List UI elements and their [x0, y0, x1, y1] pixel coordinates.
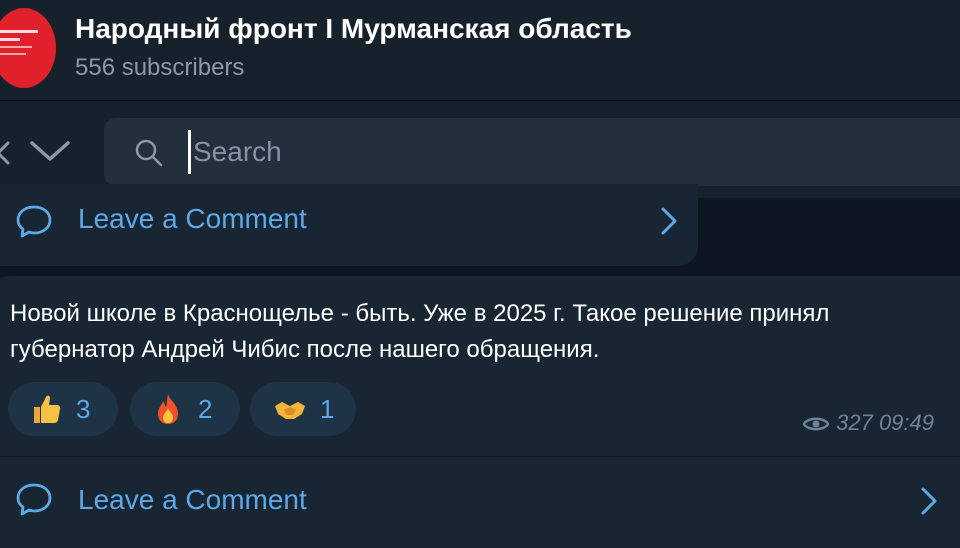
leave-comment-label: Leave a Comment	[78, 203, 307, 234]
thumbs-up-icon	[34, 395, 61, 423]
reaction-count: 3	[76, 394, 91, 424]
search-input[interactable]	[188, 130, 788, 174]
view-count: 327	[836, 410, 873, 435]
chevron-right-icon	[921, 487, 937, 515]
comment-bubble-icon	[16, 483, 52, 516]
search-icon	[135, 139, 163, 167]
avatar-logo	[0, 30, 38, 60]
channel-avatar[interactable]	[0, 8, 56, 88]
reaction-thumbs-up[interactable]: 3	[8, 382, 118, 436]
chevron-right-icon	[661, 207, 677, 235]
search-box[interactable]	[104, 118, 960, 186]
eye-icon	[802, 417, 830, 431]
message-bubble[interactable]: Новой школе в Краснощелье - быть. Уже в …	[0, 276, 960, 548]
message-divider	[0, 456, 960, 457]
message-meta: 327 09:49	[802, 410, 934, 436]
leave-comment-button[interactable]: Leave a Comment	[0, 190, 698, 260]
reaction-count: 2	[198, 394, 213, 424]
subscriber-count: 556 subscribers	[75, 54, 245, 81]
channel-title: Народный фронт I Мурманская область	[75, 13, 632, 44]
reaction-handshake[interactable]: 1	[250, 382, 356, 436]
message-text: Новой школе в Краснощелье - быть. Уже в …	[10, 300, 830, 363]
channel-header[interactable]: Народный фронт I Мурманская область 556 …	[0, 0, 960, 100]
message-time: 09:49	[878, 410, 934, 435]
telegram-window: Народный фронт I Мурманская область 556 …	[0, 0, 960, 548]
comment-bubble-icon	[16, 205, 52, 238]
previous-message-footer: Leave a Comment	[0, 184, 698, 266]
fire-icon	[158, 394, 178, 424]
reaction-count: 1	[320, 394, 335, 424]
leave-comment-button[interactable]: Leave a Comment	[0, 466, 960, 536]
reaction-fire[interactable]: 2	[130, 382, 240, 436]
chevron-down-icon[interactable]	[28, 137, 72, 165]
handshake-icon	[275, 402, 305, 419]
chevron-left-icon[interactable]	[0, 141, 12, 165]
leave-comment-label: Leave a Comment	[78, 484, 307, 515]
